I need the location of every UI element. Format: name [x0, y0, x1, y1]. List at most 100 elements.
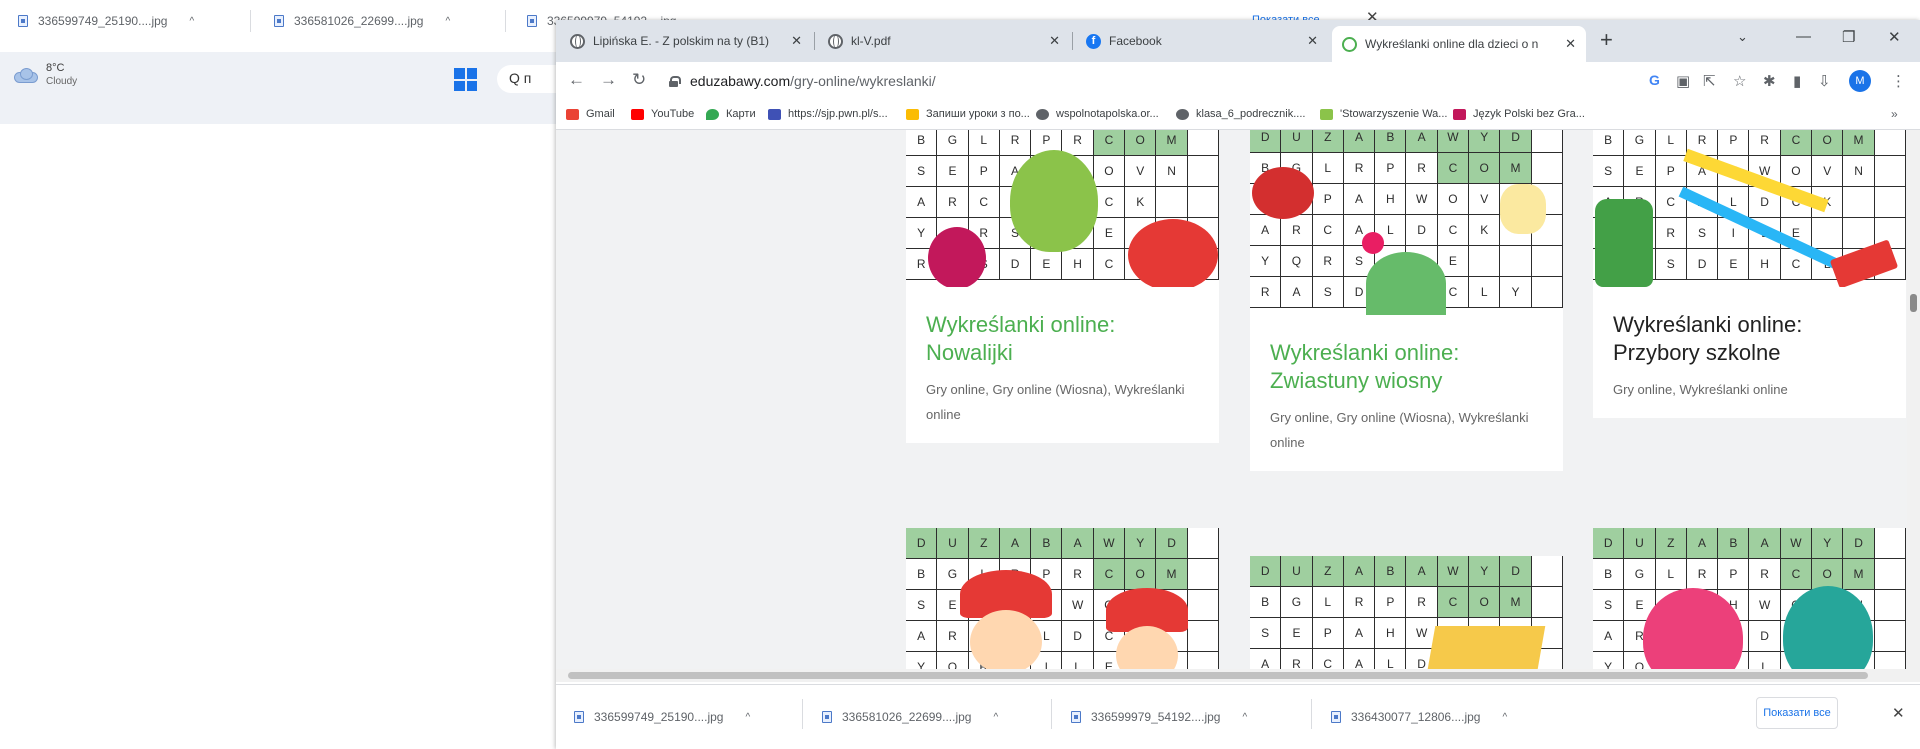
- profile-avatar[interactable]: M: [1849, 70, 1871, 92]
- grid-letter: N: [1156, 156, 1188, 187]
- bookmark-maps[interactable]: Карти: [706, 108, 756, 120]
- card-categories[interactable]: Gry online, Gry online (Wiosna), Wykreśl…: [906, 367, 1219, 443]
- bookmark-star-icon[interactable]: ☆: [1733, 72, 1746, 90]
- tab-lipinska[interactable]: Lipińska E. - Z polskim na ty (B1) ✕: [560, 25, 812, 57]
- google-translate-icon[interactable]: G: [1649, 72, 1660, 88]
- download-item[interactable]: 336599749_25190....jpg ^: [574, 705, 750, 729]
- tab-wykreslanki[interactable]: Wykreślanki online dla dzieci o n ✕: [1332, 26, 1586, 62]
- card-title[interactable]: Wykreślanki online: Zwiastuny wiosny: [1250, 315, 1563, 395]
- download-filename: 336599749_25190....jpg: [594, 710, 724, 724]
- grid-letter: A: [1749, 528, 1781, 559]
- translate-icon[interactable]: ▣: [1676, 72, 1690, 90]
- back-arrow-icon[interactable]: ←: [568, 70, 585, 90]
- address-url[interactable]: eduzabawy.com/gry-online/wykreslanki/: [690, 73, 936, 89]
- chevron-up-icon[interactable]: ^: [993, 712, 998, 723]
- bookmarks-bar: Gmail YouTube Карти https://sjp.pwn.pl/s…: [556, 100, 1920, 130]
- bookmark-drive[interactable]: Запиши уроки з по...: [906, 108, 1030, 120]
- game-card[interactable]: DUZABAWYDBGLRPRCOMSEPAHWOVNARCALDCKYQRSI…: [906, 528, 1219, 670]
- chevron-up-icon[interactable]: ^: [745, 712, 750, 723]
- bookmark-stowarzyszenie[interactable]: 'Stowarzyszenie Wa...: [1320, 108, 1447, 120]
- tab-facebook[interactable]: f Facebook ✕: [1076, 25, 1328, 57]
- menu-kebab-icon[interactable]: ⋮: [1891, 72, 1906, 90]
- game-card[interactable]: DUZABAWYDBGLRPRCOMSEPAHWOVNARCALDCKYQRSI…: [1250, 130, 1563, 471]
- grid-letter: C: [1093, 249, 1126, 280]
- chevron-up-icon[interactable]: ^: [189, 16, 194, 27]
- grid-letter: D: [1250, 556, 1282, 587]
- grid-letter: A: [1343, 130, 1376, 153]
- extensions-icon[interactable]: ✱: [1763, 72, 1776, 90]
- grid-letter: [1874, 187, 1906, 218]
- card-categories[interactable]: Gry online, Wykreślanki online: [1593, 367, 1906, 418]
- bookmark-jezyk-polski[interactable]: Język Polski bez Gra...: [1453, 108, 1585, 120]
- download-item[interactable]: 336581026_22699....jpg ^: [822, 705, 998, 729]
- side-panel-icon[interactable]: ▮: [1793, 72, 1801, 90]
- bookmark-youtube[interactable]: YouTube: [631, 108, 694, 120]
- lock-icon[interactable]: [669, 75, 681, 87]
- tab-close-icon[interactable]: ✕: [791, 33, 802, 49]
- restore-icon[interactable]: ❐: [1842, 28, 1855, 46]
- tab-close-icon[interactable]: ✕: [1307, 33, 1318, 49]
- vertical-scrollbar[interactable]: [1907, 130, 1920, 670]
- grid-letter: L: [1749, 652, 1781, 670]
- card-categories[interactable]: Gry online, Gry online (Wiosna), Wykreśl…: [1250, 395, 1563, 471]
- reload-icon[interactable]: ↻: [632, 70, 646, 90]
- scrollbar-thumb[interactable]: [568, 672, 1868, 679]
- grid-letter: L: [1312, 153, 1344, 184]
- forward-arrow-icon[interactable]: →: [600, 70, 617, 90]
- game-card[interactable]: DUZABAWYDBGLRPRCOMSEPAHWOVNARCALDCKYQRSI…: [1250, 556, 1563, 670]
- card-title[interactable]: Wykreślanki online: Przybory szkolne: [1593, 287, 1906, 367]
- address-bar[interactable]: eduzabawy.com/gry-online/wykreslanki/: [657, 67, 1692, 95]
- bookmark-sjp[interactable]: https://sjp.pwn.pl/s...: [768, 108, 888, 120]
- card-title[interactable]: Wykreślanki online: Nowalijki: [906, 287, 1219, 367]
- tab-close-icon[interactable]: ✕: [1565, 36, 1576, 52]
- new-tab-button[interactable]: +: [1600, 27, 1613, 53]
- game-card[interactable]: DUZABAWYDBGLRPRCOMSEPAHWOVNARCALDCKYQRSI…: [1593, 130, 1906, 418]
- word-search-thumbnail[interactable]: DUZABAWYDBGLRPRCOMSEPAHWOVNARCALDCKYQRSI…: [1593, 528, 1906, 670]
- windows-start-icon[interactable]: [454, 68, 477, 91]
- download-item[interactable]: 336430077_12806....jpg ^: [1331, 705, 1507, 729]
- taskbar-search[interactable]: Q п: [497, 65, 557, 93]
- chevron-up-icon[interactable]: ^: [1502, 712, 1507, 723]
- word-search-thumbnail[interactable]: DUZABAWYDBGLRPRCOMSEPAHWOVNARCALDCKYQRSI…: [906, 130, 1219, 287]
- grid-letter: C: [1437, 587, 1470, 618]
- bg-download-item[interactable]: 336581026_22699....jpg ^: [274, 9, 450, 33]
- grid-letter: Q: [1281, 246, 1313, 277]
- grid-letter: R: [1062, 559, 1094, 590]
- bookmarks-overflow-icon[interactable]: »: [1891, 107, 1898, 121]
- download-item[interactable]: 336599979_54192....jpg ^: [1071, 705, 1247, 729]
- word-search-thumbnail[interactable]: DUZABAWYDBGLRPRCOMSEPAHWOVNARCALDCKYQRSI…: [906, 528, 1219, 670]
- flower-image: [1362, 232, 1384, 254]
- grid-letter: O: [1780, 156, 1813, 187]
- close-download-bar-icon[interactable]: ✕: [1892, 704, 1905, 722]
- weather-widget[interactable]: 8°C Cloudy: [12, 62, 77, 88]
- toolbar: ← → ↻ eduzabawy.com/gry-online/wykreslan…: [556, 62, 1920, 100]
- word-search-thumbnail[interactable]: DUZABAWYDBGLRPRCOMSEPAHWOVNARCALDCKYQRSI…: [1593, 130, 1906, 287]
- bookmark-gmail[interactable]: Gmail: [566, 108, 615, 120]
- grid-letter: A: [906, 187, 938, 218]
- game-card[interactable]: DUZABAWYDBGLRPRCOMSEPAHWOVNARCALDCKYQRSI…: [906, 130, 1219, 443]
- tab-search-chevron-icon[interactable]: ⌄: [1737, 29, 1748, 45]
- tab-close-icon[interactable]: ✕: [1049, 33, 1060, 49]
- show-all-downloads-button[interactable]: Показати все: [1756, 697, 1838, 729]
- window-close-icon[interactable]: ✕: [1888, 28, 1901, 46]
- horizontal-scrollbar[interactable]: [556, 669, 1920, 682]
- tab-pdf[interactable]: kl-V.pdf ✕: [818, 25, 1070, 57]
- minimize-icon[interactable]: —: [1796, 28, 1811, 45]
- bookmark-klasa6[interactable]: klasa_6_podrecznik....: [1176, 108, 1305, 120]
- image-file-icon: [574, 711, 584, 723]
- word-search-thumbnail[interactable]: DUZABAWYDBGLRPRCOMSEPAHWOVNARCALDCKYQRSI…: [1250, 556, 1563, 670]
- scrollbar-thumb[interactable]: [1910, 294, 1917, 312]
- grid-letter: A: [1406, 556, 1438, 587]
- grid-letter: Y: [1500, 277, 1532, 308]
- word-search-thumbnail[interactable]: DUZABAWYDBGLRPRCOMSEPAHWOVNARCALDCKYQRSI…: [1250, 130, 1563, 315]
- share-icon[interactable]: ⇱: [1703, 72, 1716, 90]
- bg-download-item[interactable]: 336599749_25190....jpg ^: [18, 9, 194, 33]
- grid-letter: E: [1624, 156, 1656, 187]
- chevron-up-icon[interactable]: ^: [1242, 712, 1247, 723]
- bookmark-wspolnota[interactable]: wspolnotapolska.or...: [1036, 108, 1159, 120]
- grid-letter: [1874, 156, 1906, 187]
- grid-letter: [1874, 528, 1906, 559]
- chevron-up-icon[interactable]: ^: [445, 16, 450, 27]
- game-card[interactable]: DUZABAWYDBGLRPRCOMSEPAHWOVNARCALDCKYQRSI…: [1593, 528, 1906, 670]
- download-icon[interactable]: ⇩: [1818, 72, 1831, 90]
